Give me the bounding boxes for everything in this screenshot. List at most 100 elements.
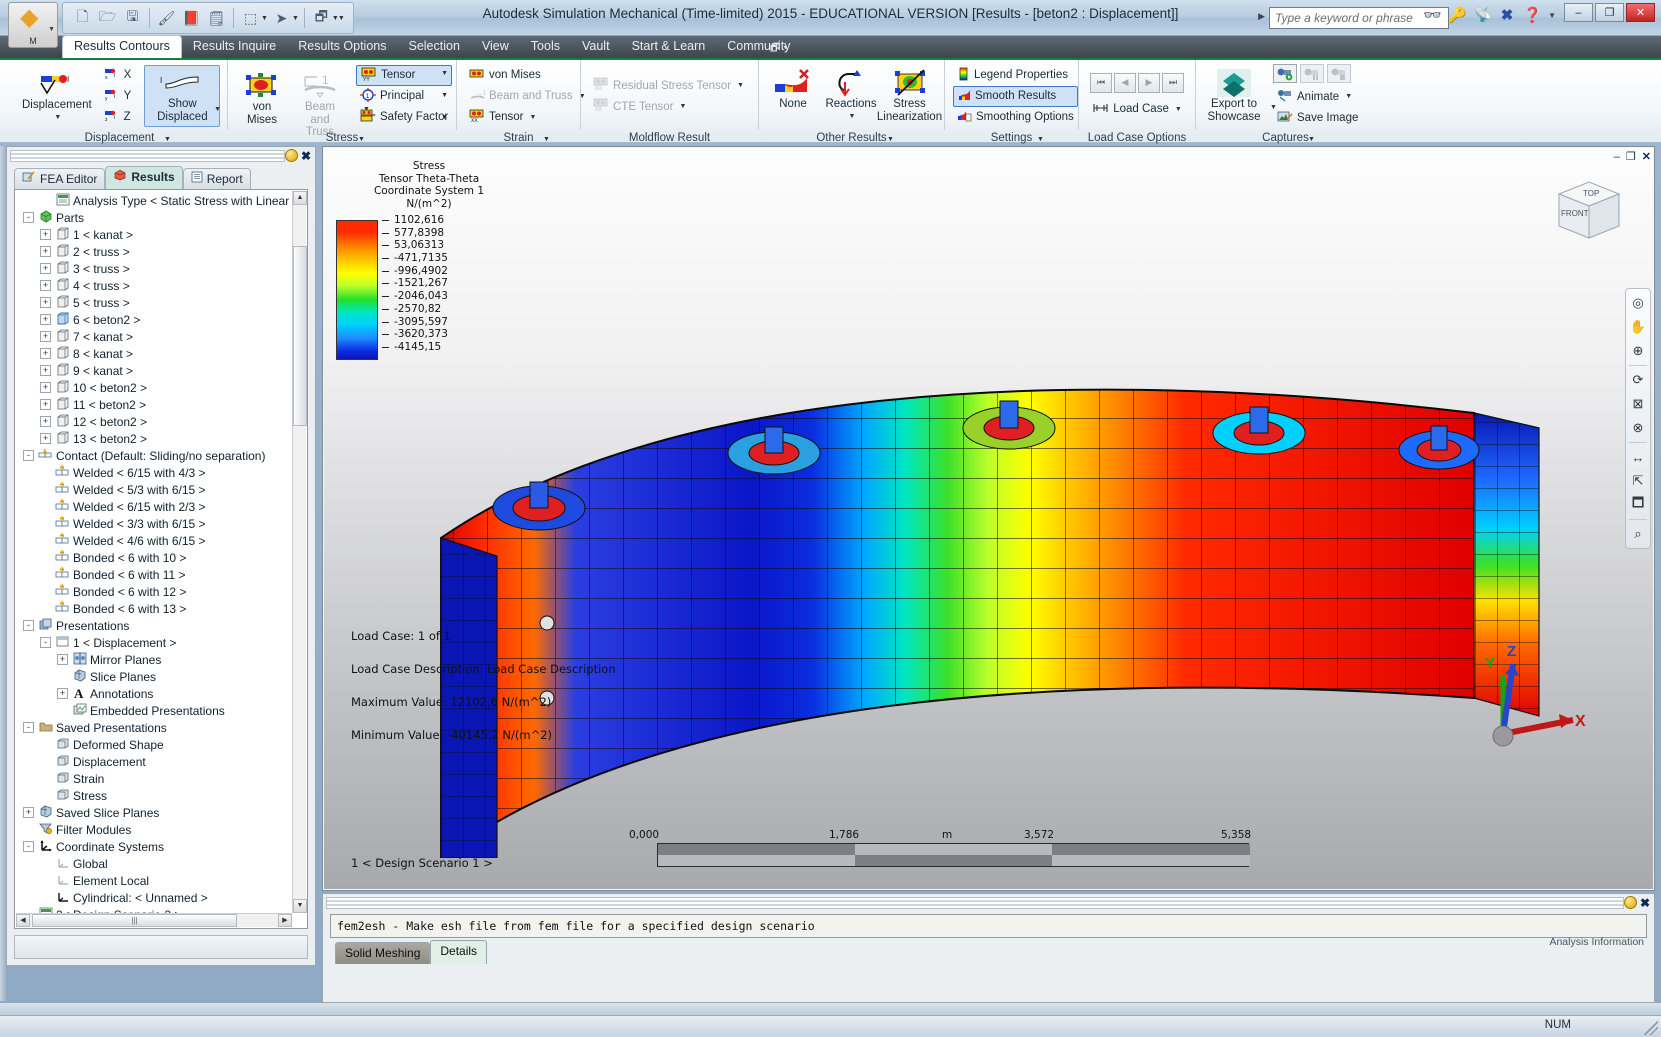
panel-help-icon[interactable] — [284, 149, 298, 162]
tree-item[interactable]: Global — [17, 855, 289, 872]
tree-item[interactable]: - Parts — [17, 209, 289, 226]
tree-item[interactable]: Bonded < 6 with 13 > — [17, 600, 289, 617]
tree-item[interactable]: - Presentations — [17, 617, 289, 634]
tree-item[interactable]: Bonded < 6 with 11 > — [17, 566, 289, 583]
panel-drag-grip[interactable] — [10, 150, 285, 162]
beam-truss-chevron-down-icon[interactable]: ▼ — [363, 106, 370, 113]
tree-item[interactable]: +7 < kanat > — [17, 328, 289, 345]
tree-item[interactable]: Bonded < 6 with 12 > — [17, 583, 289, 600]
help-icon[interactable]: ❓ — [1523, 6, 1542, 24]
first-load-case-button[interactable]: ⏮ — [1090, 72, 1112, 93]
expand-icon[interactable]: + — [40, 297, 51, 308]
tree-item[interactable]: Embedded Presentations — [17, 702, 289, 719]
tree-item[interactable]: - Saved Presentations — [17, 719, 289, 736]
tree-scroll-down-icon[interactable]: ▼ — [293, 899, 307, 913]
pointer-chevron-down-icon[interactable]: ▼ — [292, 15, 299, 22]
tab-results[interactable]: Results — [105, 166, 183, 189]
displacement-y-button[interactable]: y I Y — [100, 86, 136, 107]
resize-grip[interactable] — [1644, 1021, 1658, 1035]
smooth-results-button[interactable]: Smooth Results — [953, 85, 1078, 107]
close-button[interactable]: ✕ — [1626, 3, 1655, 22]
maximize-button[interactable]: ❐ — [1595, 3, 1624, 22]
settings-icon[interactable]: ⌕ — [1627, 523, 1649, 545]
displacement-button[interactable]: I Displacement ▼ — [17, 67, 97, 126]
tree-scroll-left-icon[interactable]: ◀ — [16, 914, 30, 927]
captures-group-chevron-icon[interactable]: ▼ — [1308, 136, 1315, 143]
view-cube[interactable]: TOP FRONT — [1545, 176, 1623, 250]
export-to-showcase-button[interactable]: Export to Showcase — [1201, 66, 1267, 125]
tab-fea-editor[interactable]: FEA Editor — [14, 168, 106, 189]
tab-results-contours[interactable]: Results Contours — [62, 35, 182, 58]
command-help-icon[interactable] — [1623, 896, 1637, 909]
stress-safety-factor-button[interactable]: = Safety Factor — [356, 107, 452, 128]
tree-item[interactable]: +3 < truss > — [17, 260, 289, 277]
tree-item[interactable]: +6 < beton2 > — [17, 311, 289, 328]
tab-solid-meshing[interactable]: Solid Meshing — [335, 942, 431, 964]
mesh-paint-icon[interactable]: 🖌 — [155, 6, 178, 30]
minimize-button[interactable]: – — [1564, 3, 1593, 22]
viewport-restore-icon[interactable]: ❐ — [1626, 150, 1636, 163]
stress-group-chevron-icon[interactable]: ▼ — [358, 136, 365, 143]
tree-horizontal-scrollbar[interactable]: ◀ ||| ▶ — [16, 913, 292, 927]
target-icon[interactable]: ◎ — [1627, 292, 1649, 314]
pan-icon[interactable]: ✋ — [1627, 316, 1649, 338]
command-panel-grip[interactable] — [326, 897, 1624, 909]
strain-tensor-button[interactable]: XX Tensor ▼ — [465, 107, 590, 128]
viewport-canvas[interactable]: – ❐ ✕ Stress Tensor Theta-Theta Coordina… — [324, 148, 1653, 889]
tab-start-and-learn[interactable]: Start & Learn — [621, 36, 717, 58]
cancel-icon[interactable]: ⊗ — [1627, 417, 1649, 439]
tree-item[interactable]: +13 < beton2 > — [17, 430, 289, 447]
tree-item[interactable]: Element Local — [17, 872, 289, 889]
last-load-case-button[interactable]: ⏭ — [1162, 72, 1184, 93]
strain-von-mises-button[interactable]: von Mises — [465, 65, 590, 86]
tree-item[interactable]: - Coordinate Systems — [17, 838, 289, 855]
von-mises-stress-button[interactable]: von Mises — [233, 69, 291, 128]
fit-width-icon[interactable]: ↔ — [1627, 446, 1649, 468]
tree-item[interactable]: + Saved Slice Planes — [17, 804, 289, 821]
tree-item[interactable]: +10 < beton2 > — [17, 379, 289, 396]
displacement-x-button[interactable]: x I X — [100, 65, 136, 86]
tree-item[interactable]: - 1 < Displacement > — [17, 634, 289, 651]
tab-details[interactable]: Details — [430, 940, 488, 964]
stress-principal-button[interactable]: 1 Principal — [356, 86, 452, 107]
expand-icon[interactable]: + — [40, 399, 51, 410]
smoothing-options-button[interactable]: Smoothing Options — [953, 107, 1078, 128]
title-overflow-chevron-icon[interactable]: ▼ — [1548, 11, 1556, 20]
tree-item[interactable]: Slice Planes — [17, 668, 289, 685]
fit-all-icon[interactable]: ⇱ — [1627, 470, 1649, 492]
binoculars-icon[interactable]: 👓 — [1423, 6, 1442, 24]
tree-item[interactable]: Deformed Shape — [17, 736, 289, 753]
select-chevron-down-icon[interactable]: ▼ — [261, 15, 268, 22]
collapse-icon[interactable]: - — [23, 841, 34, 852]
orbit-icon[interactable]: ⟳ — [1627, 369, 1649, 391]
tree-item[interactable]: Displacement — [17, 753, 289, 770]
panel-close-icon[interactable]: ✖ — [301, 150, 311, 162]
tree-item[interactable]: +2 < truss > — [17, 243, 289, 260]
expand-icon[interactable]: + — [40, 280, 51, 291]
tree-item[interactable]: Welded < 6/15 with 2/3 > — [17, 498, 289, 515]
expand-icon[interactable]: + — [40, 433, 51, 444]
expand-icon[interactable]: + — [40, 263, 51, 274]
expand-icon[interactable]: + — [40, 246, 51, 257]
tree-item[interactable]: +12 < beton2 > — [17, 413, 289, 430]
tree-item[interactable]: + Mirror Planes — [17, 651, 289, 668]
tree-vertical-scrollbar[interactable]: ▲ ▼ — [292, 191, 307, 913]
stop-icon[interactable] — [1327, 64, 1351, 83]
beam-and-truss-stress-button[interactable]: 1 Beam and Truss — [291, 69, 349, 141]
tree-item[interactable]: +11 < beton2 > — [17, 396, 289, 413]
tree-item[interactable]: Welded < 3/3 with 6/15 > — [17, 515, 289, 532]
legend-properties-button[interactable]: Legend Properties — [953, 65, 1078, 86]
tree-item[interactable]: Welded < 6/15 with 4/3 > — [17, 464, 289, 481]
record-icon[interactable] — [1273, 64, 1297, 83]
save-icon[interactable]: 🖫 — [121, 6, 144, 30]
expand-icon[interactable]: + — [40, 382, 51, 393]
collapse-icon[interactable]: - — [23, 212, 34, 223]
viewport-minimize-icon[interactable]: – — [1614, 151, 1620, 163]
expand-icon[interactable]: + — [57, 654, 68, 665]
stress-linearization-button[interactable]: Stress Linearization — [877, 66, 942, 125]
tab-report[interactable]: Report — [182, 168, 251, 189]
tab-view[interactable]: View — [471, 36, 520, 58]
key-icon[interactable]: 🔑 — [1448, 6, 1467, 24]
qat-overflow-icon[interactable]: ▼ — [338, 15, 345, 22]
tree-scroll-right-icon[interactable]: ▶ — [278, 914, 292, 927]
